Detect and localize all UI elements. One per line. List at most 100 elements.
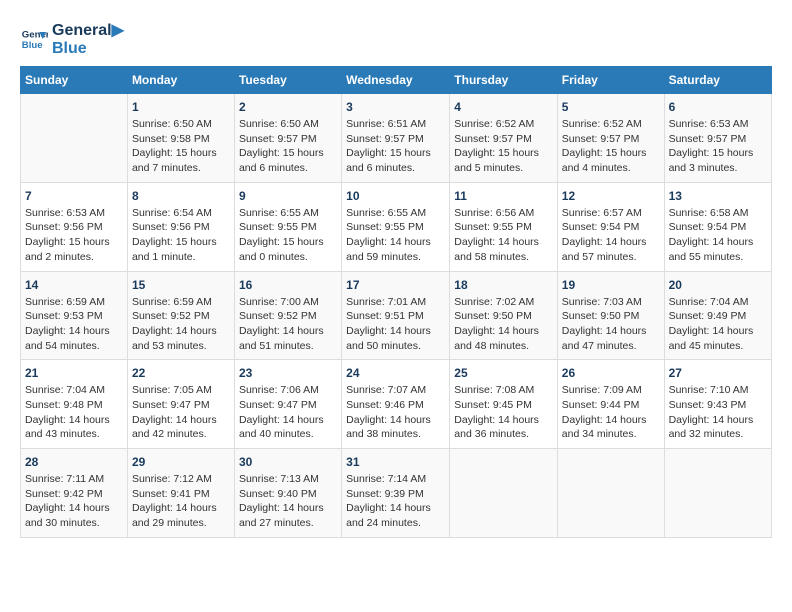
day-number: 12: [562, 189, 660, 203]
weekday-monday: Monday: [127, 67, 234, 94]
week-row-2: 7 Sunrise: 6:53 AMSunset: 9:56 PMDaylight…: [21, 182, 772, 271]
logo: General Blue General▶ Blue: [20, 20, 124, 58]
day-info: Sunrise: 6:54 AMSunset: 9:56 PMDaylight:…: [132, 206, 230, 265]
day-number: 19: [562, 278, 660, 292]
day-info: Sunrise: 7:13 AMSunset: 9:40 PMDaylight:…: [239, 472, 337, 531]
day-number: 11: [454, 189, 553, 203]
day-number: 26: [562, 366, 660, 380]
day-info: Sunrise: 7:05 AMSunset: 9:47 PMDaylight:…: [132, 383, 230, 442]
day-number: 24: [346, 366, 445, 380]
day-number: 28: [25, 455, 123, 469]
calendar-cell: 19 Sunrise: 7:03 AMSunset: 9:50 PMDayligh…: [557, 271, 664, 360]
day-info: Sunrise: 6:56 AMSunset: 9:55 PMDaylight:…: [454, 206, 553, 265]
calendar-body: 1Sunrise: 6:50 AMSunset: 9:58 PMDaylight…: [21, 94, 772, 538]
day-number: 9: [239, 189, 337, 203]
day-number: 16: [239, 278, 337, 292]
calendar-cell: 24 Sunrise: 7:07 AMSunset: 9:46 PMDayligh…: [342, 360, 450, 449]
weekday-tuesday: Tuesday: [234, 67, 341, 94]
calendar-cell: 17 Sunrise: 7:01 AMSunset: 9:51 PMDayligh…: [342, 271, 450, 360]
logo-icon: General Blue: [20, 25, 48, 53]
calendar-cell: 27 Sunrise: 7:10 AMSunset: 9:43 PMDayligh…: [664, 360, 771, 449]
calendar-cell: 31 Sunrise: 7:14 AMSunset: 9:39 PMDayligh…: [342, 449, 450, 538]
calendar-cell: 30 Sunrise: 7:13 AMSunset: 9:40 PMDayligh…: [234, 449, 341, 538]
day-info: Sunrise: 7:07 AMSunset: 9:46 PMDaylight:…: [346, 383, 445, 442]
day-info: Sunrise: 7:03 AMSunset: 9:50 PMDaylight:…: [562, 295, 660, 354]
calendar-cell: 29Sunrise: 7:12 AMSunset: 9:41 PMDayligh…: [127, 449, 234, 538]
day-number: 22: [132, 366, 230, 380]
calendar-cell: [21, 94, 128, 183]
week-row-4: 21 Sunrise: 7:04 AMSunset: 9:48 PMDayligh…: [21, 360, 772, 449]
day-info: Sunrise: 7:09 AMSunset: 9:44 PMDaylight:…: [562, 383, 660, 442]
day-number: 15: [132, 278, 230, 292]
calendar-cell: 12 Sunrise: 6:57 AMSunset: 9:54 PMDayligh…: [557, 182, 664, 271]
calendar-cell: 6 Sunrise: 6:53 AMSunset: 9:57 PMDaylight…: [664, 94, 771, 183]
day-info: Sunrise: 7:04 AMSunset: 9:48 PMDaylight:…: [25, 383, 123, 442]
day-info: Sunrise: 7:01 AMSunset: 9:51 PMDaylight:…: [346, 295, 445, 354]
week-row-3: 14 Sunrise: 6:59 AMSunset: 9:53 PMDayligh…: [21, 271, 772, 360]
day-number: 7: [25, 189, 123, 203]
page-header: General Blue General▶ Blue: [20, 20, 772, 58]
calendar-cell: 1Sunrise: 6:50 AMSunset: 9:58 PMDaylight…: [127, 94, 234, 183]
weekday-friday: Friday: [557, 67, 664, 94]
svg-text:Blue: Blue: [22, 40, 43, 51]
day-number: 17: [346, 278, 445, 292]
day-number: 20: [669, 278, 767, 292]
calendar-cell: 26 Sunrise: 7:09 AMSunset: 9:44 PMDayligh…: [557, 360, 664, 449]
day-number: 30: [239, 455, 337, 469]
day-number: 5: [562, 100, 660, 114]
calendar-cell: 25Sunrise: 7:08 AMSunset: 9:45 PMDayligh…: [450, 360, 558, 449]
day-info: Sunrise: 6:58 AMSunset: 9:54 PMDaylight:…: [669, 206, 767, 265]
calendar-cell: 3Sunrise: 6:51 AMSunset: 9:57 PMDaylight…: [342, 94, 450, 183]
day-number: 4: [454, 100, 553, 114]
calendar-table: SundayMondayTuesdayWednesdayThursdayFrid…: [20, 66, 772, 538]
day-number: 13: [669, 189, 767, 203]
calendar-cell: 16 Sunrise: 7:00 AMSunset: 9:52 PMDayligh…: [234, 271, 341, 360]
day-number: 14: [25, 278, 123, 292]
day-number: 2: [239, 100, 337, 114]
calendar-cell: 15 Sunrise: 6:59 AMSunset: 9:52 PMDayligh…: [127, 271, 234, 360]
day-info: Sunrise: 6:59 AMSunset: 9:52 PMDaylight:…: [132, 295, 230, 354]
day-number: 25: [454, 366, 553, 380]
day-number: 8: [132, 189, 230, 203]
day-info: Sunrise: 6:50 AMSunset: 9:58 PMDaylight:…: [132, 117, 230, 176]
calendar-cell: 10 Sunrise: 6:55 AMSunset: 9:55 PMDayligh…: [342, 182, 450, 271]
day-number: 18: [454, 278, 553, 292]
day-info: Sunrise: 6:51 AMSunset: 9:57 PMDaylight:…: [346, 117, 445, 176]
day-number: 27: [669, 366, 767, 380]
day-info: Sunrise: 6:53 AMSunset: 9:57 PMDaylight:…: [669, 117, 767, 176]
week-row-5: 28 Sunrise: 7:11 AMSunset: 9:42 PMDayligh…: [21, 449, 772, 538]
day-info: Sunrise: 7:12 AMSunset: 9:41 PMDaylight:…: [132, 472, 230, 531]
weekday-wednesday: Wednesday: [342, 67, 450, 94]
day-info: Sunrise: 6:59 AMSunset: 9:53 PMDaylight:…: [25, 295, 123, 354]
day-number: 21: [25, 366, 123, 380]
day-number: 23: [239, 366, 337, 380]
calendar-cell: 13 Sunrise: 6:58 AMSunset: 9:54 PMDayligh…: [664, 182, 771, 271]
day-info: Sunrise: 7:10 AMSunset: 9:43 PMDaylight:…: [669, 383, 767, 442]
logo-text: General▶ Blue: [52, 20, 124, 58]
day-number: 10: [346, 189, 445, 203]
day-info: Sunrise: 6:53 AMSunset: 9:56 PMDaylight:…: [25, 206, 123, 265]
calendar-cell: 18Sunrise: 7:02 AMSunset: 9:50 PMDayligh…: [450, 271, 558, 360]
day-number: 31: [346, 455, 445, 469]
day-info: Sunrise: 6:50 AMSunset: 9:57 PMDaylight:…: [239, 117, 337, 176]
day-info: Sunrise: 6:52 AMSunset: 9:57 PMDaylight:…: [562, 117, 660, 176]
calendar-cell: 4 Sunrise: 6:52 AMSunset: 9:57 PMDaylight…: [450, 94, 558, 183]
calendar-cell: 7 Sunrise: 6:53 AMSunset: 9:56 PMDaylight…: [21, 182, 128, 271]
day-info: Sunrise: 6:52 AMSunset: 9:57 PMDaylight:…: [454, 117, 553, 176]
day-info: Sunrise: 6:57 AMSunset: 9:54 PMDaylight:…: [562, 206, 660, 265]
calendar-cell: 5 Sunrise: 6:52 AMSunset: 9:57 PMDaylight…: [557, 94, 664, 183]
calendar-cell: 20Sunrise: 7:04 AMSunset: 9:49 PMDayligh…: [664, 271, 771, 360]
day-info: Sunrise: 6:55 AMSunset: 9:55 PMDaylight:…: [346, 206, 445, 265]
day-number: 6: [669, 100, 767, 114]
calendar-cell: 28 Sunrise: 7:11 AMSunset: 9:42 PMDayligh…: [21, 449, 128, 538]
day-info: Sunrise: 7:11 AMSunset: 9:42 PMDaylight:…: [25, 472, 123, 531]
calendar-cell: 11 Sunrise: 6:56 AMSunset: 9:55 PMDayligh…: [450, 182, 558, 271]
calendar-cell: [557, 449, 664, 538]
day-info: Sunrise: 7:14 AMSunset: 9:39 PMDaylight:…: [346, 472, 445, 531]
weekday-sunday: Sunday: [21, 67, 128, 94]
calendar-cell: 2 Sunrise: 6:50 AMSunset: 9:57 PMDaylight…: [234, 94, 341, 183]
weekday-saturday: Saturday: [664, 67, 771, 94]
weekday-header-row: SundayMondayTuesdayWednesdayThursdayFrid…: [21, 67, 772, 94]
day-info: Sunrise: 7:00 AMSunset: 9:52 PMDaylight:…: [239, 295, 337, 354]
calendar-cell: 8 Sunrise: 6:54 AMSunset: 9:56 PMDaylight…: [127, 182, 234, 271]
